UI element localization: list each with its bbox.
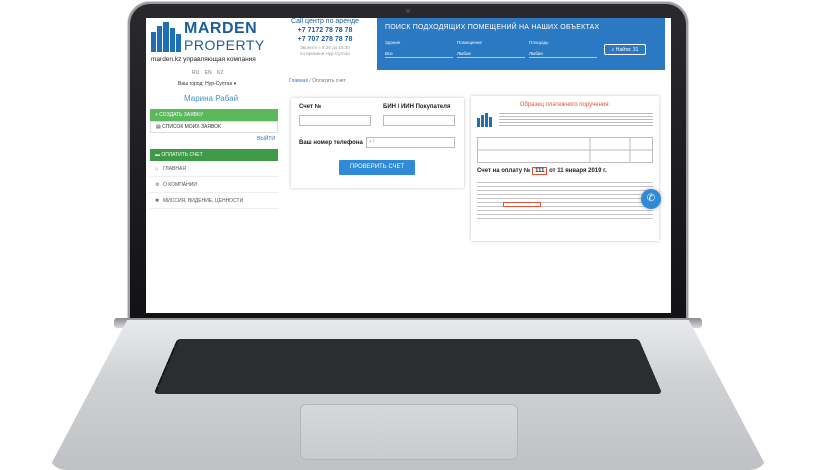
sample-invoice-heading: Счет на оплату № 111 от 11 января 2019 г… [477,167,607,175]
sidebar-item-mission[interactable]: ✱ МИССИЯ, ВИДЕНИЕ, ЦЕННОСТИ [150,193,278,209]
invoice-number-input[interactable] [299,115,371,126]
breadcrumb-home[interactable]: Главная [289,78,308,84]
camera-icon [406,9,410,13]
phone-call-icon[interactable]: ✆ [641,189,661,209]
logo-text-property[interactable]: PROPERTY [184,37,265,53]
search-title: ПОИСК ПОДХОДЯЩИХ ПОМЕЩЕНИЙ НА НАШИХ ОБЪЕ… [385,24,600,31]
phone-number-2[interactable]: +7 707 278 78 78 [280,36,370,43]
brand-block: MARDEN PROPERTY marden.kz управляющая ко… [146,18,278,108]
invoice-number-label: Счет № [299,104,322,110]
brand-tagline: marden.kz управляющая компания [151,56,256,63]
phone-label: Ваш номер телефона [299,140,363,146]
touchpad [300,404,518,460]
find-button[interactable]: ⌕ Найти: 31 [604,44,646,55]
call-center-block: Call центр по аренде +7 7172 78 78 78 +7… [280,18,370,78]
bin-label: БИН / ИИН Покупателя [383,104,451,110]
call-hours-note: Звоните с 8:30 до 18:30 по времени Нур-С… [300,45,350,56]
sample-invoice-number: 111 [532,167,548,175]
phone-number-1[interactable]: +7 7172 78 78 78 [280,27,370,34]
gear-icon: ⚙ [155,182,160,188]
website: MARDEN PROPERTY marden.kz управляющая ко… [146,18,671,313]
sidebar-item-home[interactable]: ⌂ ГЛАВНАЯ [150,161,278,177]
call-center-title: Call центр по аренде [291,18,359,25]
home-icon: ⌂ [155,166,159,172]
area-select[interactable]: Площадь Любая [529,40,597,58]
logout-link[interactable]: ВЫЙТИ [150,133,278,145]
language-switcher: RU EN KZ [192,70,227,76]
keyboard [153,338,663,394]
star-icon: ✱ [155,198,160,204]
sample-text-block [499,113,653,127]
create-request-button[interactable]: + СОЗДАТЬ ЗАЯВКУ [150,109,278,121]
lang-ru[interactable]: RU [192,70,199,76]
lang-kz[interactable]: KZ [217,70,223,76]
phone-input[interactable]: +7 [366,137,455,148]
city-selector[interactable]: Ваш город: Нур-Султан ▾ [178,81,236,87]
logo-text-marden[interactable]: MARDEN [184,20,257,38]
check-invoice-button[interactable]: ПРОВЕРИТЬ СЧЕТ [339,160,415,175]
search-panel: ПОИСК ПОДХОДЯЩИХ ПОМЕЩЕНИЙ НА НАШИХ ОБЪЕ… [377,18,665,70]
payment-order-sample: Образец платежного поручения: Счет на оп… [471,96,659,241]
building-logo-icon[interactable] [151,22,181,52]
sample-title: Образец платежного поручения: [519,102,611,108]
building-select[interactable]: Здание Все [385,40,453,58]
laptop-screen: MARDEN PROPERTY marden.kz управляющая ко… [146,18,671,313]
breadcrumb-current: Оплатить счет [312,78,346,84]
sidebar: + СОЗДАТЬ ЗАЯВКУ ▤ СПИСОК МОИХ ЗАЯВОК ВЫ… [150,109,278,209]
sample-bin-highlight [503,202,541,207]
sample-requisites-table [477,137,653,163]
premises-select[interactable]: Помещение Любое [457,40,525,58]
lang-en[interactable]: EN [205,70,212,76]
bin-input[interactable] [383,115,455,126]
pay-invoice-button[interactable]: ▬ ОПЛАТИТЬ СЧЕТ [150,149,278,161]
my-requests-link[interactable]: ▤ СПИСОК МОИХ ЗАЯВОК [150,121,278,133]
sample-logo-icon [477,113,493,127]
invoice-check-form: Счет № БИН / ИИН Покупателя Ваш номер те… [291,98,464,188]
breadcrumb: Главная / Оплатить счет [289,78,346,84]
sidebar-item-about[interactable]: ⚙ О КОМПАНИИ [150,177,278,193]
user-name: Марина Рабай [184,94,239,103]
